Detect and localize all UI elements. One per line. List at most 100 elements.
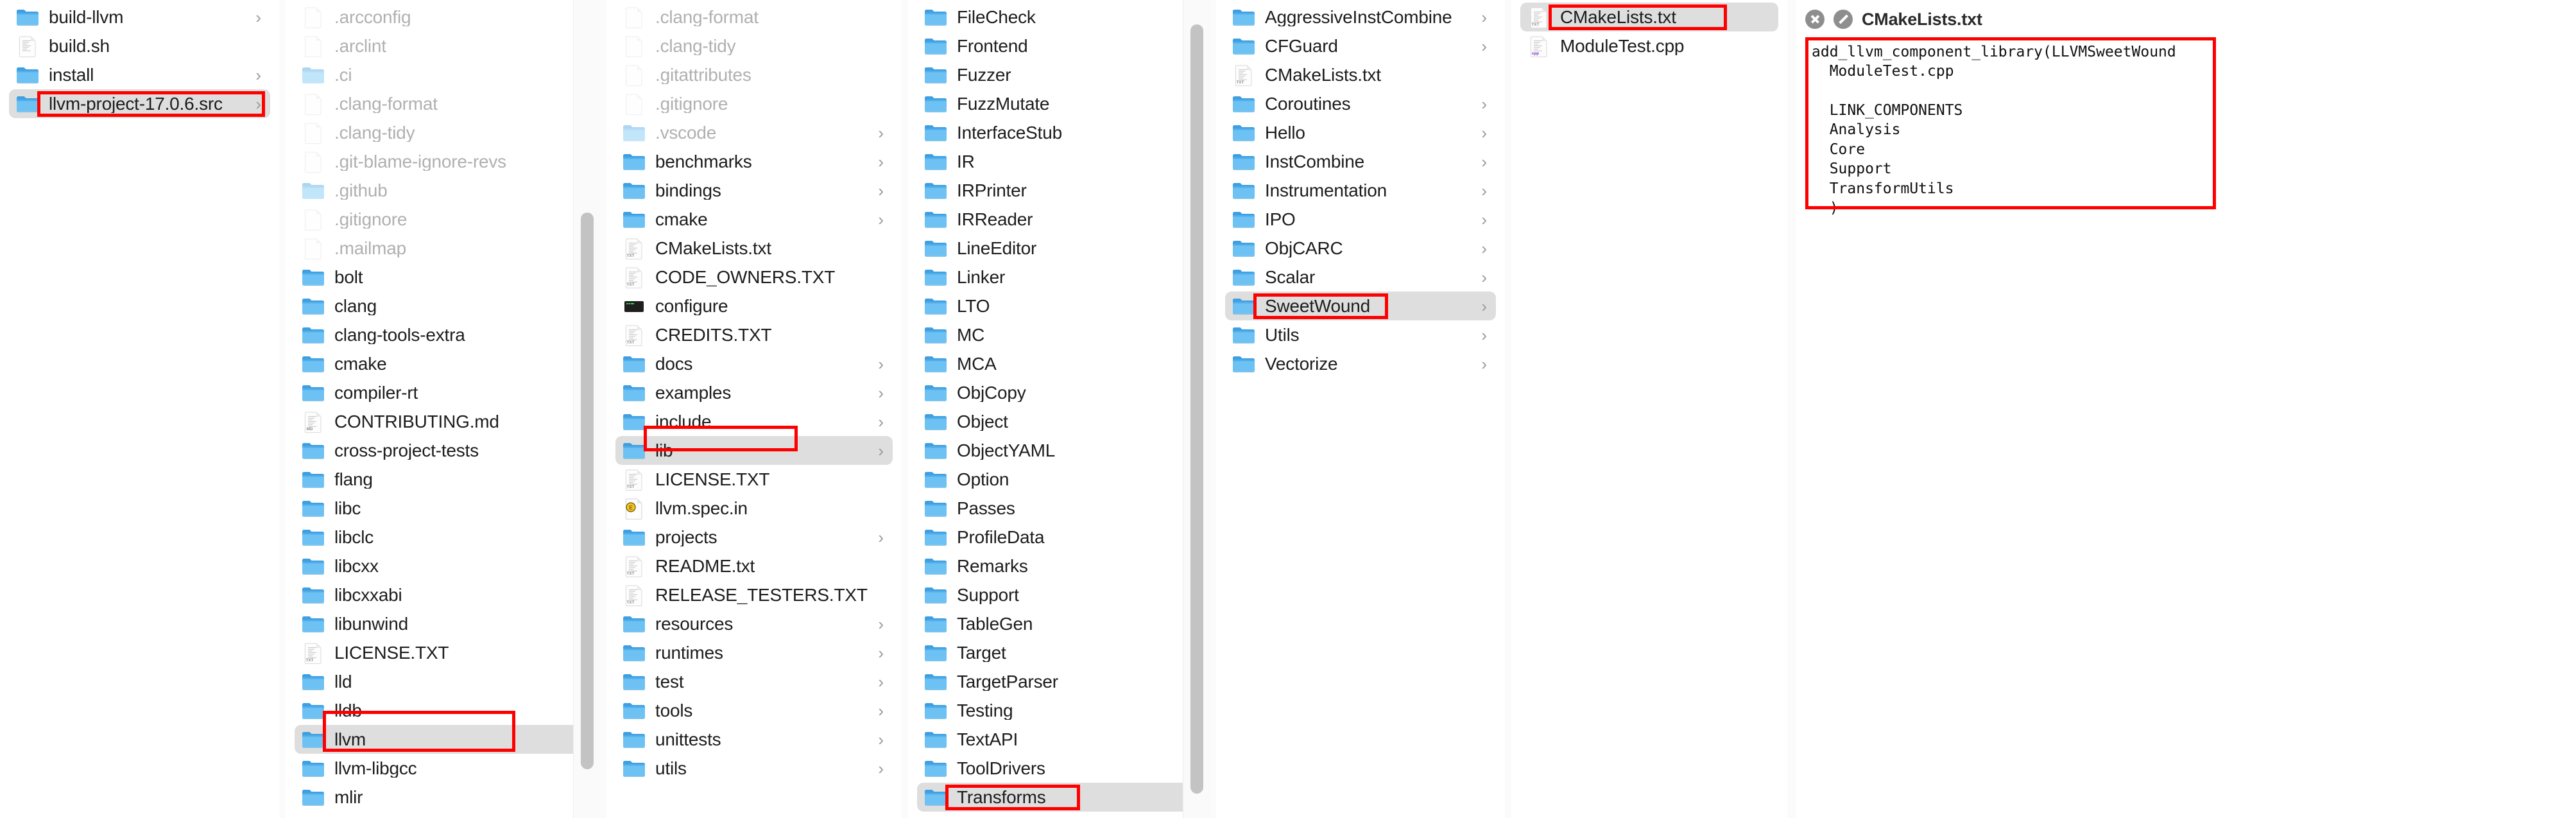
file-row[interactable]: build.sh›	[9, 31, 270, 60]
folder-row[interactable]: utils ›	[615, 754, 893, 783]
preview-divider[interactable]	[1787, 0, 1796, 818]
folder-row[interactable]: benchmarks ›	[615, 147, 893, 176]
file-row[interactable]: .clang-format›	[615, 3, 893, 31]
folder-row[interactable]: AggressiveInstCombine ›	[1225, 3, 1496, 31]
folder-row[interactable]: Instrumentation ›	[1225, 176, 1496, 205]
folder-row[interactable]: libunwind›	[295, 609, 591, 638]
folder-row[interactable]: Linker›	[917, 263, 1201, 292]
folder-row[interactable]: libc›	[295, 494, 591, 523]
folder-row[interactable]: clang›	[295, 292, 591, 320]
folder-row[interactable]: TextAPI›	[917, 725, 1201, 754]
folder-row[interactable]: install ›	[9, 60, 270, 89]
file-row[interactable]: .gitattributes›	[615, 60, 893, 89]
folder-row[interactable]: SweetWound ›	[1225, 292, 1496, 320]
column-divider[interactable]	[1210, 0, 1216, 818]
folder-row[interactable]: WindowsDriver›	[917, 812, 1201, 818]
file-row[interactable]: .clang-tidy›	[295, 118, 591, 147]
folder-row[interactable]: CFGuard ›	[1225, 31, 1496, 60]
folder-row[interactable]: Vectorize ›	[1225, 349, 1496, 378]
folder-row[interactable]: clang-tools-extra›	[295, 320, 591, 349]
folder-row[interactable]: cross-project-tests›	[295, 436, 591, 465]
folder-row[interactable]: resources ›	[615, 609, 893, 638]
column-divider[interactable]	[1505, 0, 1511, 818]
file-row[interactable]: TXTLICENSE.TXT›	[615, 465, 893, 494]
folder-row[interactable]: InterfaceStub›	[917, 118, 1201, 147]
folder-row[interactable]: docs ›	[615, 349, 893, 378]
folder-row[interactable]: ObjectYAML›	[917, 436, 1201, 465]
folder-row[interactable]: ObjCopy›	[917, 378, 1201, 407]
file-row[interactable]: TXTRELEASE_TESTERS.TXT›	[615, 580, 893, 609]
folder-row[interactable]: TableGen›	[917, 609, 1201, 638]
folder-row[interactable]: Coroutines ›	[1225, 89, 1496, 118]
folder-row[interactable]: bindings ›	[615, 176, 893, 205]
file-row[interactable]: TXTCMakeLists.txt›	[615, 234, 893, 263]
file-row[interactable]: TXTREADME.txt›	[615, 552, 893, 580]
folder-row[interactable]: Fuzzer›	[917, 60, 1201, 89]
folder-row[interactable]: .github›	[295, 176, 591, 205]
file-row[interactable]: TXTCODE_OWNERS.TXT›	[615, 263, 893, 292]
file-row[interactable]: TXTCMakeLists.txt›	[1225, 60, 1496, 89]
folder-row[interactable]: IPO ›	[1225, 205, 1496, 234]
folder-row[interactable]: IRPrinter›	[917, 176, 1201, 205]
folder-row[interactable]: llvm-libgcc›	[295, 754, 591, 783]
folder-row[interactable]: Support›	[917, 580, 1201, 609]
folder-row[interactable]: LineEditor›	[917, 234, 1201, 263]
folder-row[interactable]: lib ›	[615, 436, 893, 465]
folder-row[interactable]: ProfileData›	[917, 523, 1201, 552]
folder-row[interactable]: llvm›	[295, 725, 591, 754]
folder-row[interactable]: IR›	[917, 147, 1201, 176]
column-scrollbar[interactable]	[573, 0, 600, 818]
file-row[interactable]: .arclint›	[295, 31, 591, 60]
folder-row[interactable]: Remarks›	[917, 552, 1201, 580]
folder-row[interactable]: runtimes ›	[615, 638, 893, 667]
column-scrollbar[interactable]	[1183, 0, 1210, 818]
folder-row[interactable]: compiler-rt›	[295, 378, 591, 407]
file-row[interactable]: .clang-format›	[295, 89, 591, 118]
folder-row[interactable]: IRReader›	[917, 205, 1201, 234]
folder-row[interactable]: lld›	[295, 667, 591, 696]
folder-row[interactable]: Passes›	[917, 494, 1201, 523]
scrollbar-thumb[interactable]	[581, 213, 594, 769]
folder-row[interactable]: cmake›	[295, 349, 591, 378]
folder-row[interactable]: ObjCARC ›	[1225, 234, 1496, 263]
file-row[interactable]: MDCONTRIBUTING.md›	[295, 407, 591, 436]
file-row[interactable]: .gitignore›	[615, 89, 893, 118]
folder-row[interactable]: llvm-project-17.0.6.src ›	[9, 89, 270, 118]
folder-row[interactable]: flang›	[295, 465, 591, 494]
folder-row[interactable]: Hello ›	[1225, 118, 1496, 147]
folder-row[interactable]: FuzzMutate›	[917, 89, 1201, 118]
folder-row[interactable]: bolt›	[295, 263, 591, 292]
folder-row[interactable]: unittests ›	[615, 725, 893, 754]
folder-row[interactable]: libcxx›	[295, 552, 591, 580]
file-row[interactable]: .gitignore›	[295, 205, 591, 234]
folder-row[interactable]: libclc›	[295, 523, 591, 552]
folder-row[interactable]: lldb›	[295, 696, 591, 725]
folder-row[interactable]: InstCombine ›	[1225, 147, 1496, 176]
folder-row[interactable]: Option›	[917, 465, 1201, 494]
folder-row[interactable]: openmp›	[295, 812, 591, 818]
folder-row[interactable]: tools ›	[615, 696, 893, 725]
folder-row[interactable]: MC›	[917, 320, 1201, 349]
file-row[interactable]: TXTCMakeLists.txt›	[1520, 3, 1778, 31]
close-circle-icon[interactable]	[1805, 10, 1825, 29]
file-row[interactable]: cppModuleTest.cpp›	[1520, 31, 1778, 60]
file-row[interactable]: Ellvm.spec.in›	[615, 494, 893, 523]
column-divider[interactable]	[902, 0, 908, 818]
folder-row[interactable]: Utils ›	[1225, 320, 1496, 349]
folder-row[interactable]: include ›	[615, 407, 893, 436]
folder-row[interactable]: .ci›	[295, 60, 591, 89]
folder-row[interactable]: ToolDrivers›	[917, 754, 1201, 783]
scrollbar-thumb[interactable]	[1190, 24, 1203, 794]
folder-row[interactable]: FileCheck›	[917, 3, 1201, 31]
file-row[interactable]: TXTLICENSE.TXT›	[295, 638, 591, 667]
folder-row[interactable]: Transforms›	[917, 783, 1201, 812]
folder-row[interactable]: examples ›	[615, 378, 893, 407]
folder-row[interactable]: build-llvm ›	[9, 3, 270, 31]
folder-row[interactable]: Scalar ›	[1225, 263, 1496, 292]
file-row[interactable]: .clang-tidy›	[615, 31, 893, 60]
folder-row[interactable]: libcxxabi›	[295, 580, 591, 609]
file-row[interactable]: configure›	[615, 292, 893, 320]
folder-row[interactable]: test ›	[615, 667, 893, 696]
folder-row[interactable]: Target›	[917, 638, 1201, 667]
folder-row[interactable]: LTO›	[917, 292, 1201, 320]
